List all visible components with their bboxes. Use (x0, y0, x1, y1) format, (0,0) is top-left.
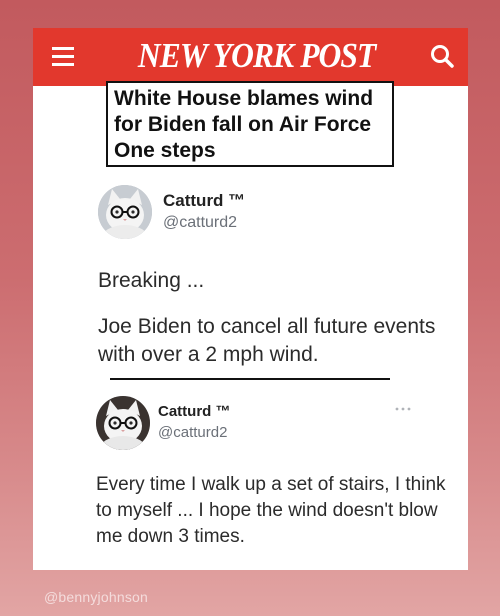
author-handle[interactable]: @catturd2 (158, 424, 227, 441)
logo[interactable]: NEW YORK POST (138, 36, 376, 76)
search-icon[interactable] (429, 43, 455, 69)
hamburger-menu-icon[interactable] (52, 47, 74, 66)
cat-avatar-icon (96, 396, 150, 450)
nypost-header: NEW YORK POST (33, 28, 468, 86)
author-name[interactable]: Catturd ™ (158, 403, 231, 420)
watermark: @bennyjohnson (44, 589, 148, 605)
tweet-text: Joe Biden to cancel all future events wi… (98, 315, 436, 366)
avatar[interactable] (96, 396, 150, 450)
avatar[interactable] (98, 185, 152, 239)
article-headline[interactable]: White House blames wind for Biden fall o… (106, 81, 394, 167)
tweet-text: Breaking ... (98, 269, 205, 292)
tweet-text: Every time I walk up a set of stairs, I … (96, 474, 446, 547)
more-options-icon[interactable] (395, 406, 411, 412)
post-screenshot-card: NEW YORK POST White House blames wind fo… (33, 28, 468, 570)
cat-avatar-icon (98, 185, 152, 239)
author-name[interactable]: Catturd ™ (163, 191, 245, 211)
divider (110, 378, 390, 380)
author-handle[interactable]: @catturd2 (163, 214, 237, 232)
